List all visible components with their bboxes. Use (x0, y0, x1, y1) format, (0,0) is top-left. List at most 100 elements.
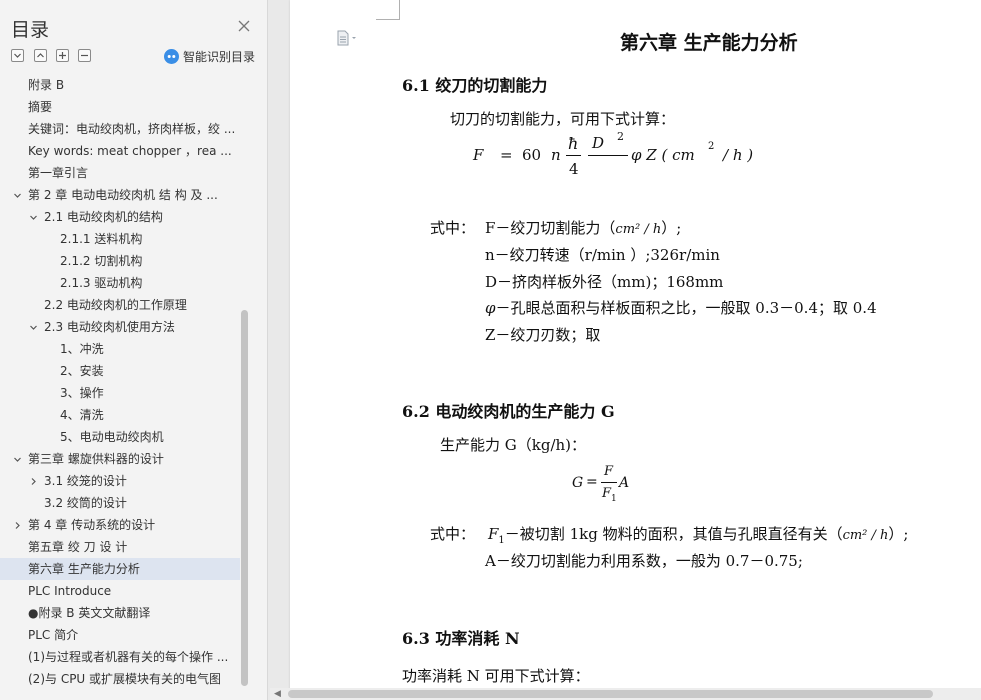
toc-item-label: 第 4 章 传动系统的设计 (28, 518, 156, 532)
toc-item[interactable]: 第六章 生产能力分析 (0, 558, 240, 580)
navigation-pane: 目录 智能识别目录 附录 B 摘要关键词：电动绞肉机，挤肉样板，绞 ... Key … (0, 0, 268, 700)
formula-1-rest: φ Z ( cm (631, 146, 695, 164)
toc-item[interactable]: 2.1.3 驱动机构 (0, 272, 240, 294)
toc-item[interactable]: 3.2 绞筒的设计 (0, 492, 240, 514)
formula-2-fraction-bar (601, 482, 617, 483)
toc-item[interactable]: ●附录 B 英文文献翻译 (0, 602, 240, 624)
formula-1-unit-squared: 2 (708, 141, 715, 152)
chevron-up-icon[interactable] (34, 49, 47, 62)
section-6-3-title: 6.3 功率消耗 N (402, 629, 520, 648)
toc-item[interactable]: 3.1 绞笼的设计 (0, 470, 240, 492)
toc-item-label: Key words: meat chopper ，rea ... (28, 144, 232, 158)
formula-2-G: G (572, 475, 584, 491)
where-2-prefix: 式中： (430, 525, 476, 543)
where-2-F1-text: －被切割 1kg 物料的面积，其值与孔眼直径有关（ (504, 525, 843, 543)
where-2-F1-sub: 1 (498, 535, 505, 546)
toc-item-label: 第五章 绞 刀 设 计 (28, 540, 128, 554)
smart-recognize-button[interactable]: 智能识别目录 (164, 47, 255, 65)
toc-item[interactable]: 第一章引言 (0, 162, 240, 184)
toc-item[interactable]: 4、清洗 (0, 404, 240, 426)
toc-item-label: PLC Introduce (28, 584, 112, 598)
where-1-D: D－挤肉样板外径（mm)；168mm (485, 273, 724, 291)
where-2-F1: F1－被切割 1kg 物料的面积，其值与孔眼直径有关（cm² / h）; (488, 523, 908, 546)
toc-item-label: 第 2 章 电动电动绞肉机 结 构 及 ... (28, 188, 218, 202)
toc-item[interactable]: 第 4 章 传动系统的设计 (0, 514, 240, 536)
chapter-title: 第六章 生产能力分析 (620, 32, 798, 54)
where-1-Z: Z－绞刀刃数；取 (485, 326, 601, 344)
toc-item[interactable]: 第三章 螺旋供料器的设计 (0, 448, 240, 470)
toc-item[interactable]: 第五章 绞 刀 设 计 (0, 536, 240, 558)
collapse-all-icon[interactable] (11, 49, 24, 62)
toc-item-label: 摘要 (28, 100, 53, 114)
toc-item[interactable]: 2.2 电动绞肉机的工作原理 (0, 294, 240, 316)
toc-item-label: 第三章 螺旋供料器的设计 (28, 452, 164, 466)
formula-2-eq: = (586, 474, 598, 490)
chevron-down-icon[interactable] (11, 448, 23, 470)
chevron-down-icon[interactable] (11, 184, 23, 206)
toc-item-label: (1)与过程或者机器有关的每个操作 ... (28, 650, 229, 664)
formula-2-A: A (619, 475, 630, 491)
formula-1-hbar: ħ (568, 134, 579, 153)
toc-item[interactable]: PLC 简介 (0, 624, 240, 646)
where-1-phi: φ－孔眼总面积与样板面积之比，一般取 0.3－0.4；取 0.4 (485, 297, 877, 318)
horizontal-scrollbar[interactable]: ◀ (270, 688, 981, 700)
remove-heading-icon[interactable] (78, 49, 91, 62)
document-page: 第六章 生产能力分析 6.1 绞刀的切割能力 切刀的切割能力，可用下式计算： F… (290, 0, 981, 690)
section-6-2-intro: 生产能力 G（kg/h)： (440, 436, 587, 454)
document-menu-icon[interactable] (336, 30, 358, 46)
toc-item-label: 3、操作 (60, 386, 104, 400)
toc-item-label: 2.1.1 送料机构 (60, 232, 143, 246)
ai-recognize-icon (164, 48, 179, 64)
horizontal-scrollbar-thumb[interactable] (288, 690, 933, 698)
toc-item[interactable]: 关键词：电动绞肉机，挤肉样板，绞 ... (0, 118, 240, 140)
toc-item[interactable]: 5、电动电动绞肉机 (0, 426, 240, 448)
toc-item[interactable]: 2.1.2 切割机构 (0, 250, 240, 272)
formula-1-four: 4 (569, 160, 579, 178)
toc-item[interactable]: 2.3 电动绞肉机使用方法 (0, 316, 240, 338)
chevron-right-icon[interactable] (11, 514, 23, 536)
section-6-1-intro: 切刀的切割能力，可用下式计算： (450, 110, 676, 128)
toc-item-label: 1、冲洗 (60, 342, 104, 356)
section-6-3-intro: 功率消耗 N 可用下式计算： (402, 667, 590, 685)
where-1-F: F－绞刀切割能力（cm² / h）; (485, 217, 681, 238)
toc-item[interactable]: 2.1 电动绞肉机的结构 (0, 206, 240, 228)
toc-item[interactable]: 1、冲洗 (0, 338, 240, 360)
toc-item[interactable]: 2.1.1 送料机构 (0, 228, 240, 250)
where-1-F-close: ）; (661, 219, 682, 237)
chevron-right-icon[interactable] (27, 470, 39, 492)
toc-item[interactable]: 第 2 章 电动电动绞肉机 结 构 及 ... (0, 184, 240, 206)
toc-item[interactable]: (1)与过程或者机器有关的每个操作 ... (0, 646, 240, 668)
toc-item-label: 3.1 绞笼的设计 (44, 474, 127, 488)
toc-item[interactable]: 附录 B (0, 74, 240, 96)
formula-1-n: n (551, 146, 561, 164)
section-6-1-title: 6.1 绞刀的切割能力 (402, 76, 548, 95)
toc-item-label: ●附录 B 英文文献翻译 (28, 606, 151, 620)
formula-1-fraction-bar-2 (588, 155, 628, 156)
toc-item-label: 4、清洗 (60, 408, 104, 422)
where-1-phi-symbol: φ (485, 299, 496, 317)
scroll-left-icon[interactable]: ◀ (274, 689, 281, 699)
close-icon[interactable] (236, 18, 252, 34)
formula-2-F1: F (602, 486, 612, 501)
formula-1-coef: 60 (522, 146, 542, 164)
toc-item[interactable]: PLC Introduce (0, 580, 240, 602)
toc-scrollbar-thumb[interactable] (241, 310, 248, 686)
where-2-A: A－绞刀切割能力利用系数，一般为 0.7－0.75; (485, 552, 803, 570)
toc-item[interactable]: 2、安装 (0, 360, 240, 382)
toc-item-label: 关键词：电动绞肉机，挤肉样板，绞 ... (28, 122, 236, 136)
chevron-down-icon[interactable] (27, 206, 39, 228)
navigation-title: 目录 (11, 19, 50, 41)
toc-item-label: PLC 简介 (28, 628, 79, 642)
toc-item-label: 2.1.3 驱动机构 (60, 276, 143, 290)
toc-item[interactable]: (2)与 CPU 或扩展模块有关的电气图 (0, 668, 240, 690)
where-2-F1-unit: cm² / h (842, 528, 889, 543)
chevron-down-icon[interactable] (27, 316, 39, 338)
toc-item[interactable]: 摘要 (0, 96, 240, 118)
page-corner-mark (376, 0, 400, 20)
toc-item[interactable]: Key words: meat chopper ，rea ... (0, 140, 240, 162)
toc-scrollbar[interactable] (240, 74, 249, 688)
section-6-2-title: 6.2 电动绞肉机的生产能力 G (402, 402, 615, 421)
toc-item[interactable]: 3、操作 (0, 382, 240, 404)
add-heading-icon[interactable] (56, 49, 69, 62)
toc-item-label: 附录 B (28, 78, 65, 92)
